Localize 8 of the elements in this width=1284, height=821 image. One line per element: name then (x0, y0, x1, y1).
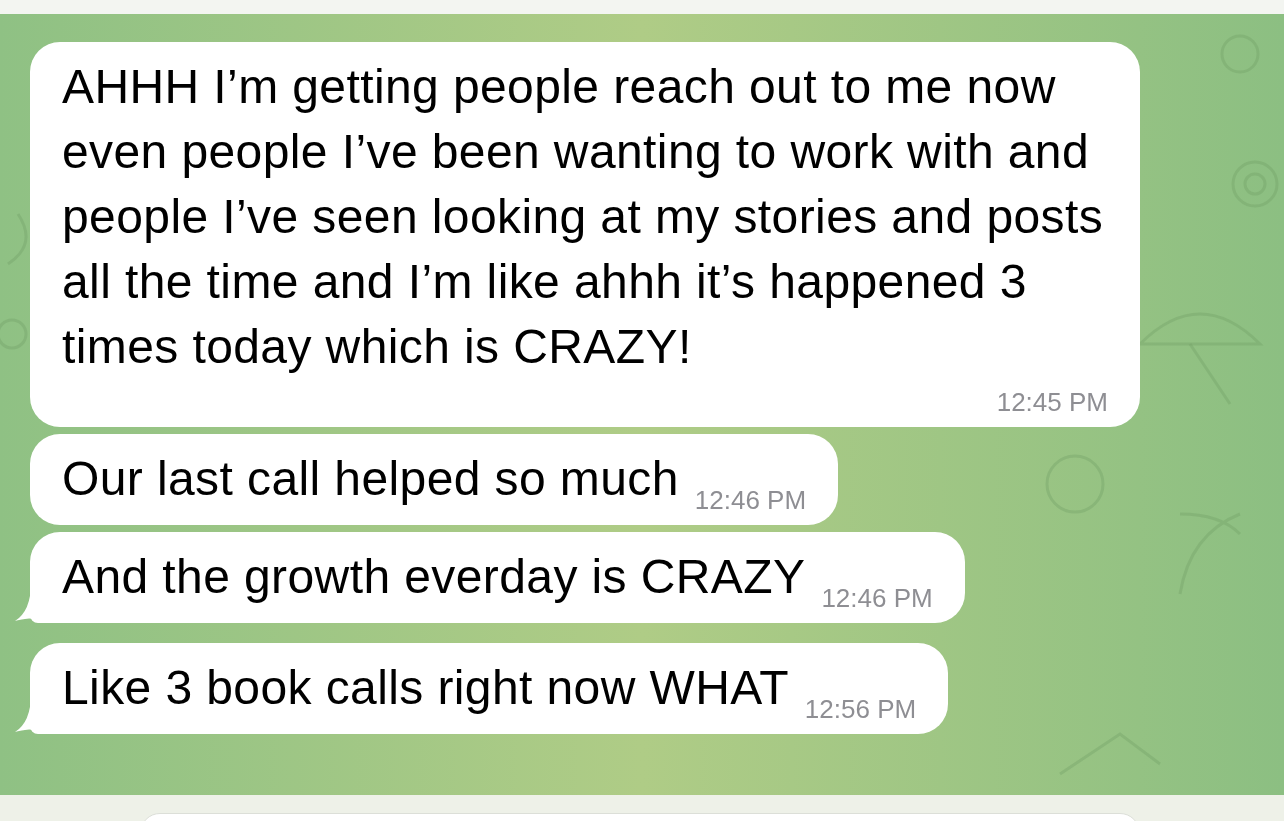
message-time: 12:46 PM (693, 484, 807, 517)
message-text: And the growth everday is CRAZY (62, 549, 806, 605)
message-time: 12:56 PM (803, 693, 917, 726)
message-text: Like 3 book calls right now WHAT (62, 660, 789, 716)
message-text: Our last call helped so much (62, 451, 679, 507)
message-time: 12:46 PM (820, 582, 933, 615)
message-time: 12:45 PM (995, 386, 1108, 419)
message-text: AHHH I’m getting people reach out to me now even people I’ve been wanting to work with and people I’ve seen looking at my stories and posts all the time and I’m like ahhh it’s happened 3 times today which is CRAZY! (62, 59, 1105, 375)
